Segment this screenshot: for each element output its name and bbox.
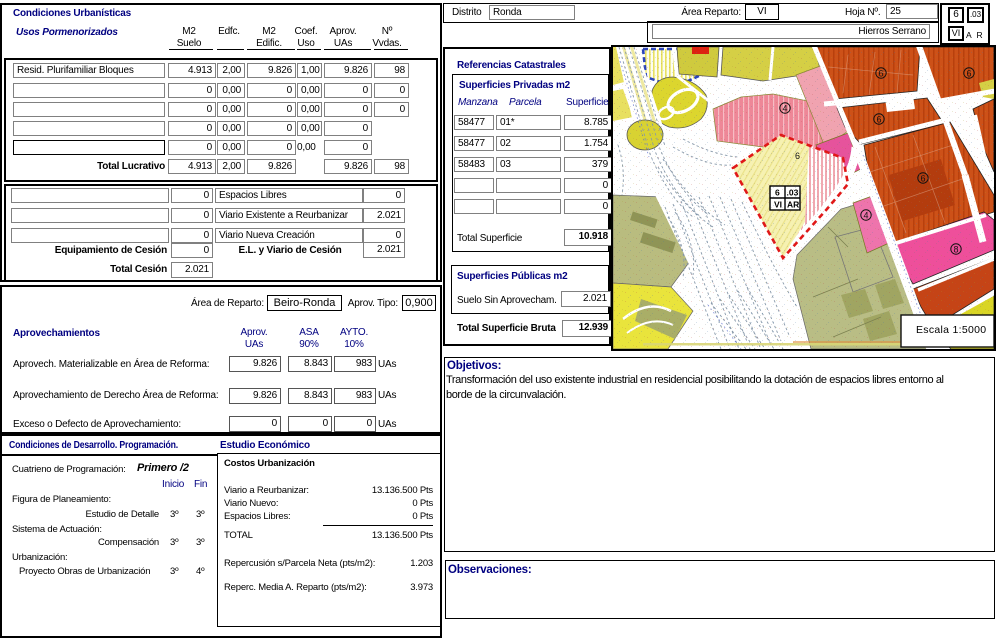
svg-text:Escala 1:5000: Escala 1:5000 [916,324,986,336]
